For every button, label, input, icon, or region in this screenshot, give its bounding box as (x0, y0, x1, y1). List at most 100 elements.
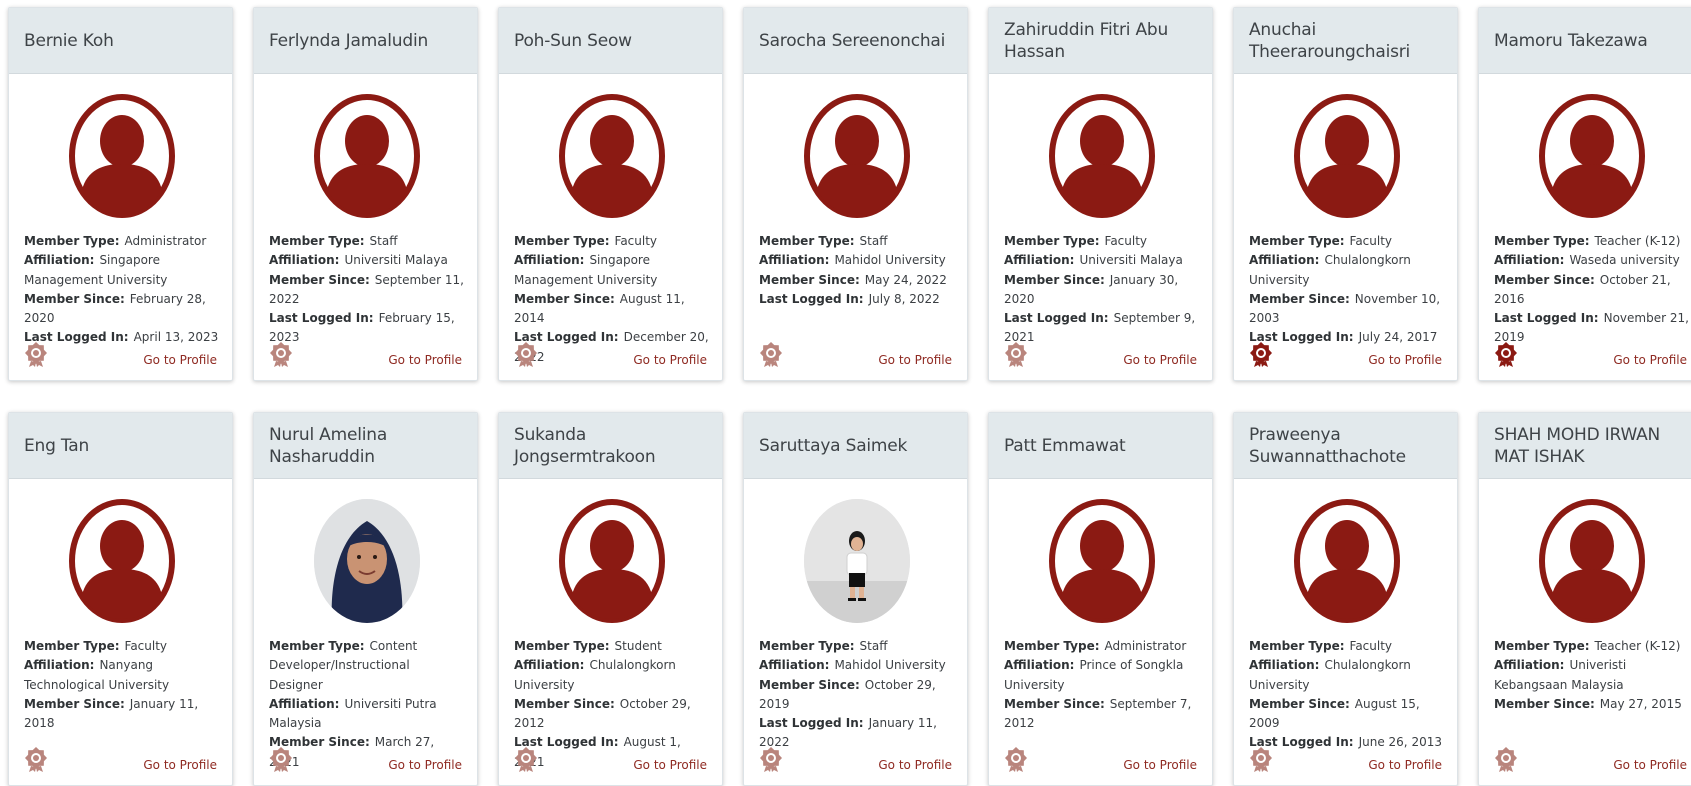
go-to-profile-link[interactable]: Go to Profile (388, 353, 462, 367)
user-avatar-icon (804, 94, 910, 218)
member-info: Member Type: Staff Affiliation: Universiti … (269, 232, 467, 348)
award-badge-icon (514, 342, 538, 368)
card-header: Patt Emmawat (989, 413, 1212, 479)
go-to-profile-link[interactable]: Go to Profile (143, 758, 217, 772)
affiliation-label: Affiliation: (514, 253, 585, 268)
member-name: Sukanda Jongsermtrakoon (514, 424, 656, 467)
member-info: Member Type: Administrator Affiliation: Pri… (1004, 637, 1202, 733)
member-name: Nurul Amelina Nasharuddin (269, 424, 388, 467)
last-logged-in-label: Last Logged In: (269, 311, 374, 326)
go-to-profile-link[interactable]: Go to Profile (388, 758, 462, 772)
member-name: Praweenya Suwannatthachote (1249, 424, 1406, 467)
member-name: Sarocha Sereenonchai (759, 30, 946, 51)
members-grid: Bernie Koh Member Type: Administrator Affil… (0, 0, 1691, 786)
member-info: Member Type: Content Developer/Instructio… (269, 637, 467, 772)
user-avatar-icon (1294, 499, 1400, 623)
affiliation-value: Mahidol University (834, 658, 946, 673)
member-info: Member Type: Faculty Affiliation: Universit… (1004, 232, 1202, 348)
go-to-profile-link[interactable]: Go to Profile (1368, 353, 1442, 367)
info-row-member-since: Member Since: October 29, 2012 (514, 695, 712, 734)
award-badge-icon (1494, 747, 1518, 773)
info-row-member-type: Member Type: Teacher (K-12) (1494, 232, 1691, 251)
member-card: Zahiruddin Fitri Abu Hassan Member Type: F… (988, 7, 1213, 381)
member-info: Member Type: Faculty Affiliation: Nanyang T… (24, 637, 222, 733)
member-card: Sarocha Sereenonchai Member Type: Staff Aff… (743, 7, 968, 381)
go-to-profile-link[interactable]: Go to Profile (1368, 758, 1442, 772)
member-card: Saruttaya Saimek Member Type: Staff Affilia… (743, 412, 968, 786)
info-row-member-since: Member Since: January 11, 2018 (24, 695, 222, 734)
last-logged-in-label: Last Logged In: (1004, 311, 1109, 326)
member-name: Patt Emmawat (1004, 435, 1126, 456)
last-logged-in-value: June 26, 2013 (1358, 735, 1442, 750)
info-row-affiliation: Affiliation: Univeristi Kebangsaan Malays… (1494, 656, 1691, 695)
member-card: Ferlynda Jamaludin Member Type: Staff Affil… (253, 7, 478, 381)
affiliation-value: Universiti Malaya (1079, 253, 1183, 268)
card-header: Saruttaya Saimek (744, 413, 967, 479)
go-to-profile-link[interactable]: Go to Profile (1123, 353, 1197, 367)
info-row-affiliation: Affiliation: Prince of Songkla University (1004, 656, 1202, 695)
info-row-affiliation: Affiliation: Universiti Malaya (269, 251, 467, 270)
info-row-member-since: Member Since: September 11, 2022 (269, 271, 467, 310)
member-info: Member Type: Teacher (K-12) Affiliation: Wa… (1494, 232, 1691, 348)
member-type-value: Administrator (124, 234, 207, 248)
member-type-label: Member Type: (514, 234, 610, 248)
award-badge-icon (1494, 342, 1518, 368)
member-since-label: Member Since: (759, 677, 860, 692)
member-name: Zahiruddin Fitri Abu Hassan (1004, 19, 1169, 62)
member-since-label: Member Since: (1494, 696, 1595, 711)
card-header: Bernie Koh (9, 8, 232, 74)
info-row-member-since: Member Since: November 10, 2003 (1249, 290, 1447, 329)
card-header: Ferlynda Jamaludin (254, 8, 477, 74)
go-to-profile-link[interactable]: Go to Profile (1613, 758, 1687, 772)
member-type-label: Member Type: (1004, 639, 1100, 653)
info-row-affiliation: Affiliation: Chulalongkorn University (1249, 656, 1447, 695)
info-row-member-since: Member Since: October 21, 2016 (1494, 271, 1691, 310)
member-type-value: Faculty (1104, 234, 1148, 248)
member-type-label: Member Type: (1494, 639, 1590, 653)
member-info: Member Type: Faculty Affiliation: Singapore… (514, 232, 712, 367)
affiliation-label: Affiliation: (759, 658, 830, 673)
member-since-label: Member Since: (1004, 272, 1105, 287)
info-row-last-logged-in: Last Logged In: November 21, 2019 (1494, 309, 1691, 348)
go-to-profile-link[interactable]: Go to Profile (633, 758, 707, 772)
member-info: Member Type: Teacher (K-12) Affiliation: Un… (1494, 637, 1691, 714)
member-card: Poh-Sun Seow Member Type: Faculty Affiliati… (498, 7, 723, 381)
affiliation-label: Affiliation: (759, 253, 830, 268)
member-info: Member Type: Staff Affiliation: Mahidol Uni… (759, 637, 957, 753)
info-row-last-logged-in: Last Logged In: July 8, 2022 (759, 290, 957, 309)
member-card: Bernie Koh Member Type: Administrator Affil… (8, 7, 233, 381)
info-row-member-type: Member Type: Administrator (24, 232, 222, 251)
award-badge-icon (514, 747, 538, 773)
member-info: Member Type: Faculty Affiliation: Chulalong… (1249, 232, 1447, 348)
go-to-profile-link[interactable]: Go to Profile (1613, 353, 1687, 367)
last-logged-in-label: Last Logged In: (1494, 311, 1599, 326)
info-row-affiliation: Affiliation: Universiti Putra Malaysia (269, 695, 467, 734)
info-row-member-type: Member Type: Faculty (24, 637, 222, 656)
info-row-member-type: Member Type: Teacher (K-12) (1494, 637, 1691, 656)
info-row-member-type: Member Type: Staff (759, 232, 957, 251)
info-row-affiliation: Affiliation: Singapore Management Univers… (514, 251, 712, 290)
info-row-member-type: Member Type: Staff (269, 232, 467, 251)
affiliation-label: Affiliation: (1494, 658, 1565, 673)
member-type-value: Teacher (K-12) (1594, 234, 1681, 248)
member-since-label: Member Since: (1494, 272, 1595, 287)
info-row-member-since: Member Since: May 27, 2015 (1494, 695, 1691, 714)
member-since-label: Member Since: (1004, 696, 1105, 711)
user-avatar-icon (314, 94, 420, 218)
go-to-profile-link[interactable]: Go to Profile (878, 758, 952, 772)
go-to-profile-link[interactable]: Go to Profile (1123, 758, 1197, 772)
info-row-affiliation: Affiliation: Waseda university (1494, 251, 1691, 270)
go-to-profile-link[interactable]: Go to Profile (878, 353, 952, 367)
info-row-member-since: Member Since: August 11, 2014 (514, 290, 712, 329)
go-to-profile-link[interactable]: Go to Profile (633, 353, 707, 367)
info-row-last-logged-in: Last Logged In: February 15, 2023 (269, 309, 467, 348)
user-avatar-icon (1049, 94, 1155, 218)
info-row-member-type: Member Type: Faculty (1249, 232, 1447, 251)
member-type-label: Member Type: (1004, 234, 1100, 248)
info-row-member-since: Member Since: May 24, 2022 (759, 271, 957, 290)
member-type-label: Member Type: (1494, 234, 1590, 248)
member-card: SHAH MOHD IRWAN MAT ISHAK Member Type: Tea… (1478, 412, 1691, 786)
go-to-profile-link[interactable]: Go to Profile (143, 353, 217, 367)
member-since-label: Member Since: (1249, 291, 1350, 306)
member-type-value: Faculty (1349, 639, 1393, 653)
